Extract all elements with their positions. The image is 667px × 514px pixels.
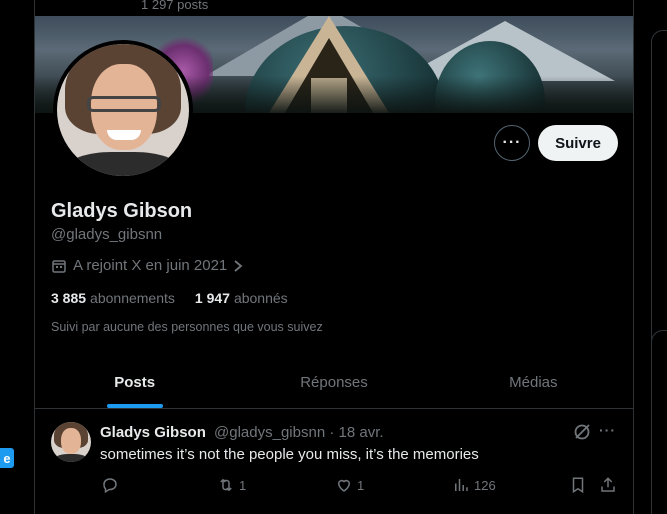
followers-link[interactable]: 1 947 abonnés	[195, 290, 288, 306]
retweet-button[interactable]: 1	[217, 476, 246, 494]
tab-posts[interactable]: Posts	[35, 356, 234, 408]
joined-date[interactable]: A rejoint X en juin 2021	[51, 257, 243, 274]
retweet-icon	[220, 478, 232, 492]
profile-stats: 3 885 abonnements 1 947 abonnés	[51, 290, 288, 306]
tweet[interactable]: Gladys Gibson @gladys_gibsnn · 18 avr. ·…	[35, 410, 633, 514]
tab-posts-label: Posts	[114, 373, 156, 391]
grok-icon[interactable]	[572, 422, 592, 442]
followers-label: abonnés	[233, 290, 288, 306]
profile-tabs: Posts Réponses Médias	[35, 356, 633, 409]
tweet-date[interactable]: · 18 avr.	[329, 424, 383, 441]
following-count: 3 885	[51, 290, 87, 306]
retweet-count: 1	[239, 477, 247, 493]
right-sidebar-edge	[651, 30, 667, 350]
tab-replies[interactable]: Réponses	[234, 356, 433, 408]
tweet-meta: Gladys Gibson @gladys_gibsnn · 18 avr.	[100, 424, 384, 441]
heart-icon	[337, 479, 351, 492]
share-button[interactable]	[599, 476, 617, 494]
like-count: 1	[357, 477, 365, 493]
profile-avatar[interactable]	[53, 40, 193, 180]
chevron-right-icon	[234, 259, 243, 272]
posts-count: 1 297 posts	[141, 0, 209, 12]
profile-handle: @gladys_gibsnn	[51, 226, 163, 243]
follow-button[interactable]: Suivre	[538, 125, 618, 161]
share-icon	[601, 477, 615, 492]
joined-label: A rejoint X en juin 2021	[73, 257, 228, 274]
like-button[interactable]: 1	[335, 476, 364, 494]
following-link[interactable]: 3 885 abonnements	[51, 290, 175, 306]
views-button[interactable]: 126	[452, 476, 496, 494]
bookmark-button[interactable]	[569, 476, 587, 494]
reply-icon	[103, 478, 117, 494]
calendar-icon	[52, 259, 66, 273]
tweet-text: sometimes it’s not the people you miss, …	[100, 446, 479, 463]
more-options-button[interactable]: ···	[494, 125, 530, 161]
tab-media-label: Médias	[509, 373, 558, 391]
right-sidebar-edge-lower	[651, 330, 667, 514]
tab-media[interactable]: Médias	[434, 356, 633, 408]
profile-name: Gladys Gibson	[51, 200, 193, 222]
more-icon: ···	[502, 134, 522, 151]
views-chart-icon	[455, 479, 468, 491]
left-badge-label: e	[3, 450, 11, 466]
followed-by-text: Suivi par aucune des personnes que vous …	[51, 320, 323, 334]
followers-count: 1 947	[194, 290, 230, 306]
bookmark-icon	[572, 477, 584, 494]
tweet-actions: 1 1 126	[95, 476, 625, 498]
tweet-author[interactable]: Gladys Gibson	[100, 424, 206, 441]
left-partial-badge[interactable]: e	[0, 448, 14, 468]
tweet-handle[interactable]: @gladys_gibsnn	[214, 424, 325, 441]
following-label: abonnements	[90, 290, 175, 306]
active-tab-indicator	[106, 404, 163, 408]
tweet-avatar[interactable]	[51, 422, 91, 462]
reply-button[interactable]	[101, 476, 119, 494]
profile-column: 1 297 posts ··· Suivre Gladys Gibson @gl…	[34, 0, 634, 514]
views-count: 126	[474, 477, 496, 493]
tweet-more-icon[interactable]: ···	[599, 422, 616, 438]
tab-replies-label: Réponses	[300, 373, 368, 391]
